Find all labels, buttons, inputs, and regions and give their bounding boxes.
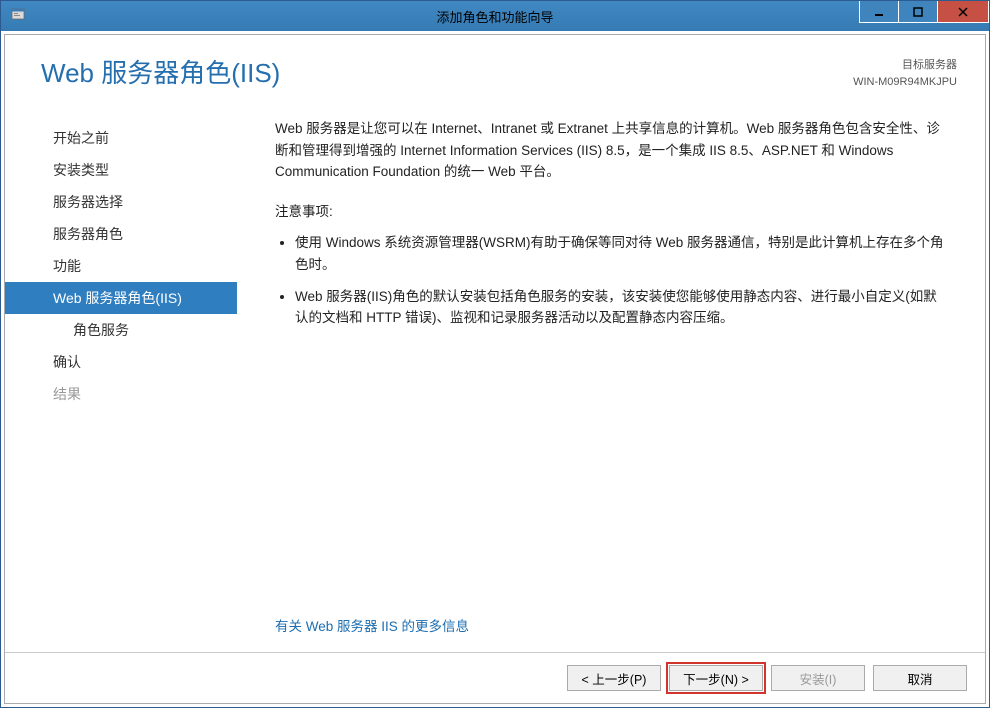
server-info: 目标服务器 WIN-M09R94MKJPU xyxy=(853,57,957,90)
nav-server-roles[interactable]: 服务器角色 xyxy=(5,218,237,250)
footer: < 上一步(P) 下一步(N) > 安装(I) 取消 xyxy=(5,652,985,703)
maximize-button[interactable] xyxy=(898,1,938,23)
next-button[interactable]: 下一步(N) > xyxy=(669,665,763,691)
nav-before-begin[interactable]: 开始之前 xyxy=(5,122,237,154)
app-icon xyxy=(11,6,27,27)
nav-install-type[interactable]: 安装类型 xyxy=(5,154,237,186)
main-content: Web 服务器是让您可以在 Internet、Intranet 或 Extran… xyxy=(237,100,985,652)
install-button: 安装(I) xyxy=(771,665,865,691)
minimize-button[interactable] xyxy=(859,1,899,23)
nav-features[interactable]: 功能 xyxy=(5,250,237,282)
window-title: 添加角色和功能向导 xyxy=(436,7,553,26)
nav-results: 结果 xyxy=(5,378,237,410)
previous-button[interactable]: < 上一步(P) xyxy=(567,665,661,691)
sidebar: 开始之前 安装类型 服务器选择 服务器角色 功能 Web 服务器角色(IIS) … xyxy=(5,100,237,652)
server-label: 目标服务器 xyxy=(853,57,957,74)
description-text: Web 服务器是让您可以在 Internet、Intranet 或 Extran… xyxy=(275,118,949,183)
more-info-link[interactable]: 有关 Web 服务器 IIS 的更多信息 xyxy=(275,616,949,638)
cancel-button[interactable]: 取消 xyxy=(873,665,967,691)
note-item: Web 服务器(IIS)角色的默认安装包括角色服务的安装，该安装使您能够使用静态… xyxy=(295,286,949,329)
notes-list: 使用 Windows 系统资源管理器(WSRM)有助于确保等同对待 Web 服务… xyxy=(275,232,949,338)
header: Web 服务器角色(IIS) 目标服务器 WIN-M09R94MKJPU xyxy=(5,35,985,100)
content-area: Web 服务器角色(IIS) 目标服务器 WIN-M09R94MKJPU 开始之… xyxy=(4,34,986,704)
nav-server-selection[interactable]: 服务器选择 xyxy=(5,186,237,218)
note-title: 注意事项: xyxy=(275,201,949,223)
window-controls xyxy=(860,1,989,23)
wizard-window: 添加角色和功能向导 Web 服务器角色(IIS) 目标服务器 WIN-M09R9… xyxy=(0,0,990,708)
page-title: Web 服务器角色(IIS) xyxy=(41,53,280,90)
body: 开始之前 安装类型 服务器选择 服务器角色 功能 Web 服务器角色(IIS) … xyxy=(5,100,985,652)
server-name: WIN-M09R94MKJPU xyxy=(853,74,957,91)
nav-web-server-role[interactable]: Web 服务器角色(IIS) xyxy=(5,282,237,314)
titlebar: 添加角色和功能向导 xyxy=(1,1,989,31)
close-button[interactable] xyxy=(937,1,989,23)
note-item: 使用 Windows 系统资源管理器(WSRM)有助于确保等同对待 Web 服务… xyxy=(295,232,949,275)
nav-role-services[interactable]: 角色服务 xyxy=(5,314,237,346)
nav-confirmation[interactable]: 确认 xyxy=(5,346,237,378)
